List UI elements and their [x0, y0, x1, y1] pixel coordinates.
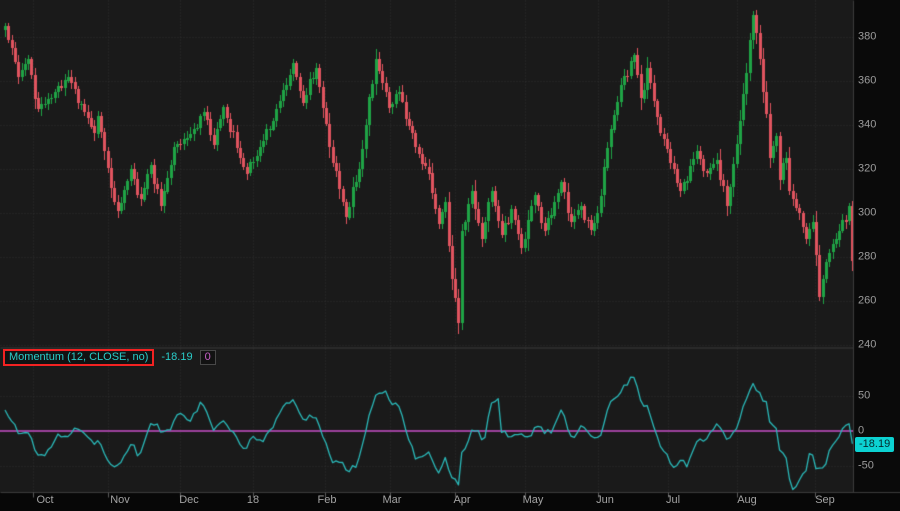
month-label: Apr — [453, 495, 470, 506]
month-label: Oct — [36, 495, 53, 506]
momentum-value-badge: -18.19 — [855, 437, 894, 452]
month-label: Mar — [383, 495, 402, 506]
month-label: Aug — [737, 495, 757, 506]
price-tick-label: 320 — [858, 164, 876, 175]
price-tick-label: 360 — [858, 76, 876, 87]
chart-window: Momentum (12, CLOSE, no) -18.19 0 -18.19… — [0, 0, 900, 511]
chart-canvas[interactable] — [0, 0, 900, 511]
price-tick-label: 240 — [858, 340, 876, 351]
momentum-indicator-label[interactable]: Momentum (12, CLOSE, no) — [3, 349, 154, 366]
price-tick-label: 260 — [858, 296, 876, 307]
month-label: 18 — [247, 495, 259, 506]
month-label: Feb — [318, 495, 337, 506]
month-label: Nov — [110, 495, 130, 506]
indicator-row: Momentum (12, CLOSE, no) -18.19 0 — [3, 349, 216, 366]
price-tick-label: 280 — [858, 252, 876, 263]
price-tick-label: 380 — [858, 32, 876, 43]
month-label: Dec — [179, 495, 199, 506]
price-tick-label: 340 — [858, 120, 876, 131]
momentum-tick-label: 0 — [858, 426, 864, 437]
price-tick-label: 300 — [858, 208, 876, 219]
month-label: Jun — [596, 495, 614, 506]
month-label: May — [523, 495, 544, 506]
time-axis[interactable] — [0, 492, 900, 511]
month-label: Jul — [666, 495, 680, 506]
momentum-zero-label: 0 — [200, 350, 216, 365]
momentum-tick-label: -50 — [858, 461, 874, 472]
momentum-indicator-value: -18.19 — [161, 351, 192, 364]
month-label: Sep — [815, 495, 835, 506]
momentum-tick-label: 50 — [858, 391, 870, 402]
